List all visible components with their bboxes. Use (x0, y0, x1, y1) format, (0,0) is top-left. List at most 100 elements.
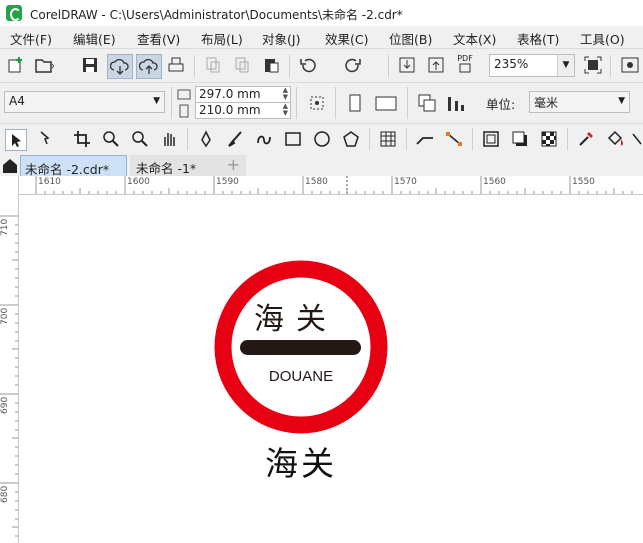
export-icon[interactable] (426, 55, 446, 75)
standard-toolbar: PDF 235% ▼ (0, 49, 643, 83)
current-page-icon[interactable] (446, 93, 466, 113)
spin-arrows-icon[interactable]: ▲ ▼ (283, 103, 288, 117)
sign-black-bar[interactable] (240, 340, 361, 355)
undo-icon[interactable] (298, 55, 318, 75)
chevron-down-icon: ▼ (618, 96, 625, 106)
title-bar: CorelDRAW - C:\Users\Administrator\Docum… (0, 0, 643, 26)
snap-to-icon[interactable] (307, 93, 327, 113)
page-height-icon (176, 103, 192, 119)
fill-more-icon[interactable] (630, 129, 643, 149)
menu-view[interactable]: 查看(V) (137, 29, 180, 48)
toolbar-separator (296, 87, 297, 119)
crop-tool-icon[interactable] (72, 129, 92, 149)
tab-document-1[interactable]: 未命名 -1* + (130, 155, 246, 176)
toolbar-separator (335, 87, 336, 119)
landscape-icon[interactable] (373, 93, 399, 113)
customs-sign-artwork[interactable]: 海关 DOUANE 海关 (19, 195, 643, 543)
polygon-tool-icon[interactable] (341, 129, 361, 149)
toolbar-separator (567, 128, 568, 150)
add-tab-icon[interactable]: + (227, 155, 240, 174)
page-width-input[interactable]: 297.0 mm ▲ ▼ (195, 86, 291, 103)
tab-document-2[interactable]: 未命名 -2.cdr* (20, 155, 127, 177)
toolbar-separator (407, 87, 408, 119)
menu-file[interactable]: 文件(F) (10, 29, 52, 48)
menu-table[interactable]: 表格(T) (517, 29, 559, 48)
page-height-input[interactable]: 210.0 mm ▲ ▼ (195, 102, 291, 119)
dimension-tool-icon[interactable] (444, 129, 464, 149)
horizontal-ruler[interactable]: 1610 1600 1590 1580 1570 1560 1550 (0, 176, 643, 195)
units-label: 单位: (486, 97, 516, 112)
menu-bitmaps[interactable]: 位图(B) (389, 29, 432, 48)
toolbar-separator (472, 128, 473, 150)
all-pages-icon[interactable] (417, 93, 437, 113)
eyedropper-icon[interactable] (576, 129, 596, 149)
menu-tools[interactable]: 工具(O) (580, 29, 625, 48)
toolbox (0, 124, 643, 155)
coreldraw-logo-icon (6, 5, 22, 21)
menu-effects[interactable]: 效果(C) (325, 29, 368, 48)
cloud-upload-icon[interactable] (136, 54, 162, 79)
toolbar-separator (610, 55, 611, 77)
chevron-down-icon[interactable]: ▼ (557, 55, 574, 76)
page-height-value: 210.0 mm (199, 103, 261, 117)
save-icon[interactable] (80, 55, 100, 75)
page-size-dropdown[interactable]: A4 ▼ (4, 91, 165, 113)
drawing-canvas[interactable]: 海关 DOUANE 海关 (19, 195, 643, 543)
ruler-ticks (0, 215, 18, 537)
home-icon[interactable] (0, 155, 20, 175)
pdf-icon[interactable]: PDF (455, 53, 475, 73)
units-dropdown[interactable]: 毫米 ▼ (529, 91, 630, 113)
tab-label: 未命名 -2.cdr* (25, 162, 110, 177)
property-bar: A4 ▼ 297.0 mm ▲ ▼ 210.0 mm ▲ ▼ 单位: 毫米 ▼ (0, 83, 643, 124)
drop-shadow-icon[interactable] (510, 129, 530, 149)
pen-tool-icon[interactable] (196, 129, 216, 149)
pan-tool-icon[interactable] (159, 129, 179, 149)
pick-tool-icon[interactable] (5, 129, 27, 151)
full-screen-icon[interactable] (583, 55, 603, 75)
ruler-origin[interactable] (0, 176, 19, 194)
pdf-label: PDF (457, 53, 473, 63)
connector-tool-icon[interactable] (415, 129, 435, 149)
curve-tool-icon[interactable] (254, 129, 274, 149)
paste-icon[interactable] (261, 55, 281, 75)
table-tool-icon[interactable] (378, 129, 398, 149)
toolbar-separator (388, 55, 389, 77)
print-icon[interactable] (166, 55, 186, 75)
vertical-ruler[interactable]: 710 700 690 680 (0, 194, 19, 543)
rectangle-tool-icon[interactable] (283, 129, 303, 149)
page-size-value: A4 (9, 94, 25, 108)
brush-tool-icon[interactable] (225, 129, 245, 149)
menu-edit[interactable]: 编辑(E) (73, 29, 116, 48)
zoom-tool-icon[interactable] (101, 129, 121, 149)
transparency-icon[interactable] (539, 129, 559, 149)
ellipse-tool-icon[interactable] (312, 129, 332, 149)
portrait-icon[interactable] (345, 93, 365, 113)
toolbar-separator (406, 128, 407, 150)
copy-icon[interactable] (232, 55, 252, 75)
import-icon[interactable] (397, 55, 417, 75)
zoom-level-dropdown[interactable]: 235% ▼ (489, 54, 575, 77)
menu-text[interactable]: 文本(X) (453, 29, 496, 48)
toolbar-separator (171, 87, 172, 119)
menu-object[interactable]: 对象(J) (262, 29, 300, 48)
menu-layout[interactable]: 布局(L) (201, 29, 243, 48)
zoom-value: 235% (494, 57, 529, 71)
shape-tool-icon[interactable] (35, 129, 55, 149)
contour-icon[interactable] (481, 129, 501, 149)
new-icon[interactable] (6, 55, 26, 75)
open-icon[interactable] (34, 55, 54, 75)
options-icon[interactable] (620, 55, 640, 75)
spin-arrows-icon[interactable]: ▲ ▼ (283, 87, 288, 101)
document-tabs: 未命名 -2.cdr* 未命名 -1* + (0, 154, 643, 177)
window-title: CorelDRAW - C:\Users\Administrator\Docum… (30, 8, 403, 22)
menu-bar: 文件(F) 编辑(E) 查看(V) 布局(L) 对象(J) 效果(C) 位图(B… (0, 26, 643, 49)
toolbar-separator (369, 128, 370, 150)
tab-label: 未命名 -1* (136, 161, 197, 176)
page-width-icon (176, 86, 192, 102)
cut-icon[interactable] (203, 55, 223, 75)
cloud-download-icon[interactable] (107, 54, 133, 79)
toolbar-separator (289, 55, 290, 77)
zoom-out-icon[interactable] (130, 129, 150, 149)
fill-icon[interactable] (605, 129, 625, 149)
redo-icon[interactable] (343, 55, 363, 75)
